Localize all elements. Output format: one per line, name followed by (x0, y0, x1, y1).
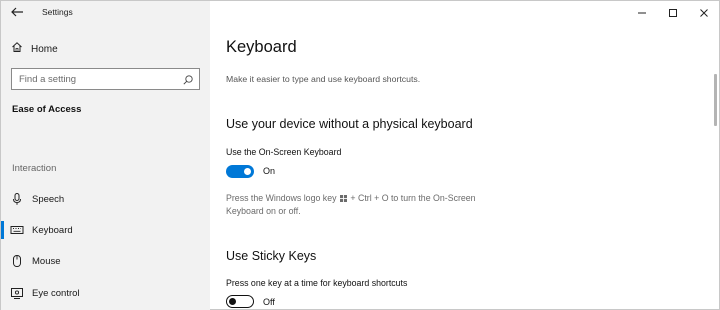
settings-window: Settings Home Ease of Access Interaction… (0, 0, 720, 310)
toggle-knob (229, 297, 236, 305)
microphone-icon (10, 192, 24, 206)
sidebar: Settings Home Ease of Access Interaction… (1, 1, 210, 310)
search-box[interactable] (11, 68, 200, 90)
sidebar-item-label: Keyboard (32, 225, 73, 236)
sidebar-item-home[interactable]: Home (11, 41, 58, 57)
sidebar-item-mouse[interactable]: Mouse (1, 248, 210, 274)
group-label: Interaction (12, 163, 57, 174)
description-text: + Ctrl + O to turn the On-Screen (350, 193, 476, 203)
description-text: Press the Windows logo key (226, 193, 337, 203)
sidebar-item-speech[interactable]: Speech (1, 186, 210, 212)
on-screen-keyboard-toggle[interactable] (226, 165, 254, 178)
sidebar-item-label: Eye control (32, 288, 80, 299)
back-arrow-icon[interactable] (8, 4, 26, 20)
sidebar-item-label: Mouse (32, 256, 61, 267)
toggle-state-label: Off (263, 297, 275, 307)
windows-logo-icon (339, 195, 347, 202)
main-content: Keyboard Make it easier to type and use … (226, 1, 696, 310)
toggle-knob (244, 168, 251, 175)
sidebar-item-eye-control[interactable]: Eye control (1, 280, 210, 306)
keyboard-icon (10, 223, 24, 237)
toggle-state-label: On (263, 166, 276, 176)
scrollbar[interactable] (714, 74, 717, 126)
mouse-icon (10, 254, 24, 268)
setting-label: Use the On-Screen Keyboard (226, 147, 342, 157)
setting-label: Press one key at a time for keyboard sho… (226, 278, 408, 288)
sidebar-item-keyboard[interactable]: Keyboard (1, 217, 210, 243)
section-heading: Use Sticky Keys (226, 249, 317, 263)
eye-control-icon (10, 286, 24, 300)
sticky-keys-toggle[interactable] (226, 295, 254, 308)
setting-description: Press the Windows logo key + Ctrl + O to… (226, 192, 526, 218)
section-heading: Use your device without a physical keybo… (226, 117, 473, 131)
page-title: Keyboard (226, 38, 297, 56)
section-title: Ease of Access (12, 104, 82, 115)
page-subtitle: Make it easier to type and use keyboard … (226, 74, 421, 84)
app-title: Settings (42, 7, 73, 17)
description-text: Keyboard on or off. (226, 206, 301, 216)
search-icon[interactable] (182, 73, 194, 85)
search-input[interactable] (19, 72, 179, 86)
titlebar-left: Settings (1, 1, 210, 25)
home-icon (11, 40, 23, 58)
sidebar-item-label: Home (31, 43, 58, 55)
sidebar-item-label: Speech (32, 194, 65, 205)
